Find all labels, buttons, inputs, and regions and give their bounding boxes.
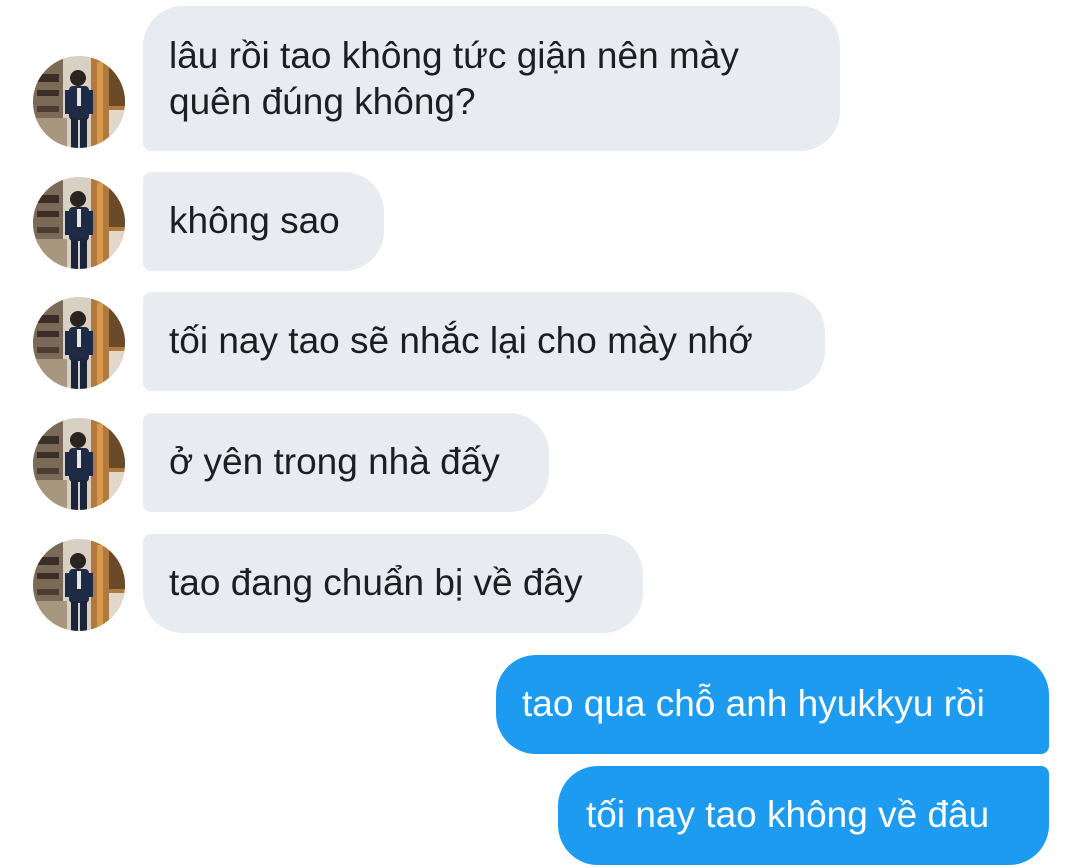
message-text: lâu rồi tao không tức giận nên mày quên … bbox=[169, 35, 739, 122]
avatar[interactable] bbox=[33, 177, 125, 269]
message-bubble-incoming[interactable]: không sao bbox=[143, 172, 384, 271]
message-bubble-incoming[interactable]: tao đang chuẩn bị về đây bbox=[143, 534, 643, 633]
message-text: tối nay tao sẽ nhắc lại cho mày nhớ bbox=[169, 320, 753, 361]
message-bubble-incoming[interactable]: tối nay tao sẽ nhắc lại cho mày nhớ bbox=[143, 292, 825, 391]
message-bubble-incoming[interactable]: lâu rồi tao không tức giận nên mày quên … bbox=[143, 6, 840, 151]
message-bubble-incoming[interactable]: ở yên trong nhà đấy bbox=[143, 413, 549, 512]
avatar[interactable] bbox=[33, 56, 125, 148]
avatar[interactable] bbox=[33, 418, 125, 510]
message-text: ở yên trong nhà đấy bbox=[169, 441, 500, 482]
message-text: tao đang chuẩn bị về đây bbox=[169, 562, 583, 603]
message-text: tao qua chỗ anh hyukkyu rồi bbox=[522, 683, 985, 724]
avatar-photo-icon bbox=[33, 539, 125, 631]
message-text: tối nay tao không về đâu bbox=[586, 794, 990, 835]
avatar[interactable] bbox=[33, 297, 125, 389]
avatar[interactable] bbox=[33, 539, 125, 631]
avatar-photo-icon bbox=[33, 297, 125, 389]
message-bubble-outgoing[interactable]: tối nay tao không về đâu bbox=[558, 766, 1049, 865]
avatar-photo-icon bbox=[33, 177, 125, 269]
message-bubble-outgoing[interactable]: tao qua chỗ anh hyukkyu rồi bbox=[496, 655, 1049, 754]
message-text: không sao bbox=[169, 200, 340, 241]
avatar-photo-icon bbox=[33, 418, 125, 510]
avatar-photo-icon bbox=[33, 56, 125, 148]
